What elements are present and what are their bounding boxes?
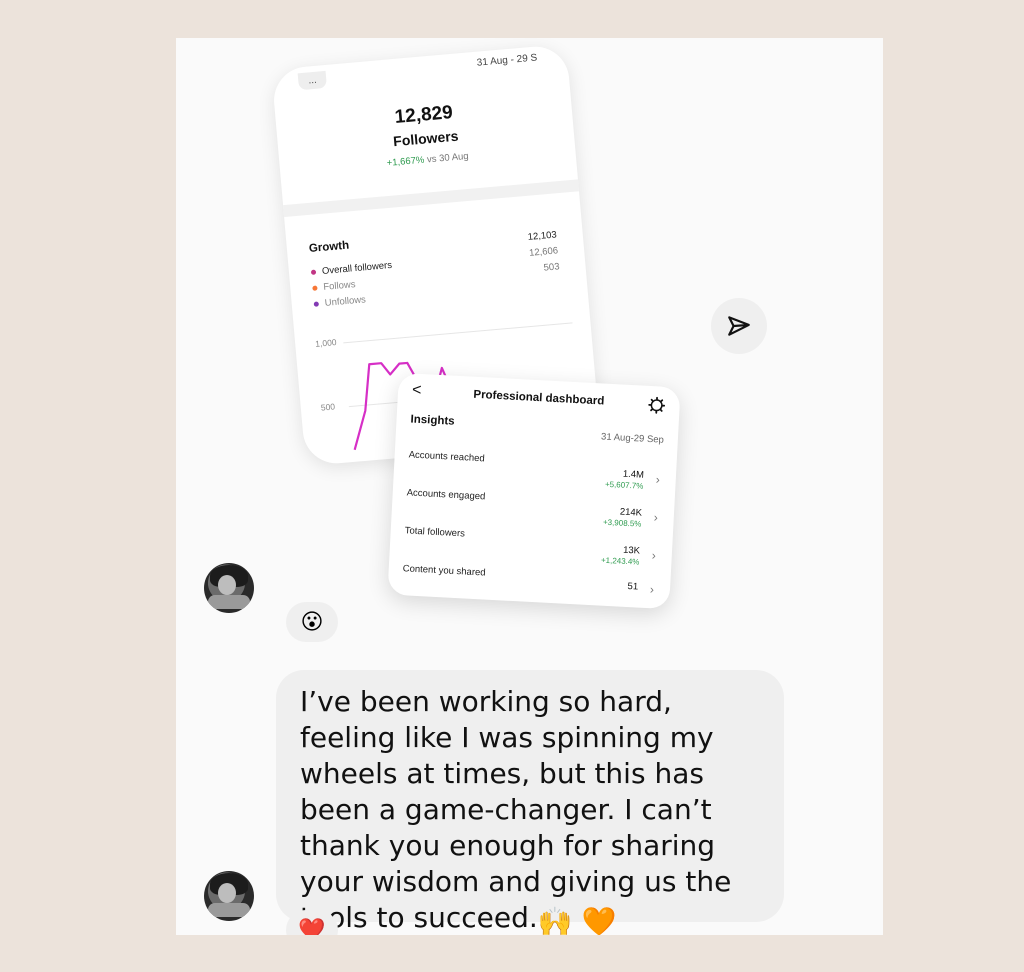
row-value: 1.4M — [622, 468, 645, 481]
chevron-right-icon: › — [649, 582, 655, 597]
legend-follows: Follows — [312, 279, 356, 294]
row-label: Accounts engaged — [406, 487, 486, 503]
send-button[interactable] — [711, 298, 767, 354]
y-tick-500: 500 — [320, 401, 336, 413]
orange-heart-emoji: 🧡 — [581, 905, 617, 935]
followers-delta-compare: vs 30 Aug — [423, 150, 470, 166]
chevron-right-icon: › — [653, 510, 659, 525]
row-delta: +3,908.5% — [602, 517, 642, 529]
row-delta: +5,607.7% — [604, 479, 644, 491]
insights-date-range: 31 Aug-29 Sep — [600, 431, 665, 446]
legend-dot-icon — [313, 301, 320, 307]
date-range: 31 Aug - 29 S — [476, 52, 538, 69]
growth-title: Growth — [308, 239, 350, 256]
settings-gear-icon[interactable] — [647, 396, 666, 415]
insights-heading: Insights — [410, 413, 455, 428]
section-divider — [273, 178, 589, 218]
legend-unfollows: Unfollows — [313, 294, 366, 310]
row-value: 214K — [619, 506, 643, 519]
chevron-right-icon: › — [655, 472, 661, 487]
legend-dot-icon — [312, 285, 318, 291]
followers-delta-percent: +1,667% — [386, 154, 425, 169]
chat-canvas: ... 31 Aug - 29 S 12,829 Followers +1,66… — [176, 38, 883, 935]
send-icon — [728, 316, 750, 336]
row-label: Content you shared — [402, 563, 486, 579]
reaction-heart[interactable]: ❤️ — [286, 910, 338, 935]
value-overall: 12,103 — [527, 229, 558, 243]
row-delta: +1,243.4% — [600, 555, 640, 567]
avatar[interactable] — [204, 871, 254, 921]
message-body: I’ve been working so hard, feeling like … — [300, 685, 732, 934]
dashboard-title: Professional dashboard — [473, 388, 605, 408]
date-tabs: ... 31 Aug - 29 S — [272, 52, 568, 94]
message-text: I’ve been working so hard, feeling like … — [300, 684, 760, 935]
value-unfollows: 503 — [543, 261, 560, 274]
date-tab-left: ... — [297, 70, 328, 91]
row-label: Total followers — [404, 525, 466, 540]
avatar[interactable] — [204, 563, 254, 613]
chevron-right-icon: › — [651, 548, 657, 563]
y-tick-1000: 1,000 — [314, 337, 337, 349]
professional-dashboard-card[interactable]: < Professional dashboard Insights 31 Aug… — [387, 372, 681, 610]
value-follows: 12,606 — [528, 245, 559, 259]
row-value: 13K — [622, 544, 641, 557]
legend-overall: Overall followers — [310, 260, 392, 278]
reaction-surprised[interactable]: 😮 — [286, 602, 338, 642]
row-value: 51 — [627, 581, 639, 593]
raising-hands-emoji: 🙌 — [537, 905, 573, 935]
legend-dot-icon — [310, 269, 317, 275]
row-label: Accounts reached — [408, 449, 485, 465]
message-bubble[interactable]: I’ve been working so hard, feeling like … — [276, 670, 784, 935]
